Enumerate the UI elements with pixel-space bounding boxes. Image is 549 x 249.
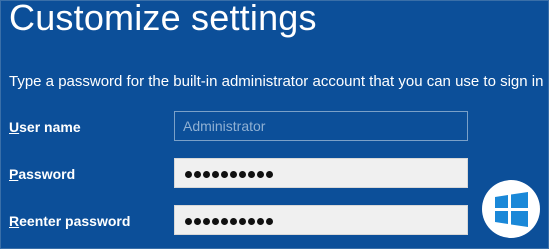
mask-dot xyxy=(266,171,273,178)
reenter-password-masked-value xyxy=(185,218,273,225)
username-label-text: ser name xyxy=(19,119,81,135)
password-label: Password xyxy=(9,166,75,182)
reenter-password-field[interactable] xyxy=(174,205,468,235)
mask-dot xyxy=(185,171,192,178)
password-label-text: assword xyxy=(18,166,76,182)
mask-dot xyxy=(194,171,201,178)
mask-dot xyxy=(239,171,246,178)
password-masked-value xyxy=(185,171,273,178)
username-label-accesskey: U xyxy=(9,119,20,135)
mask-dot xyxy=(203,218,210,225)
mask-dot xyxy=(203,171,210,178)
mask-dot xyxy=(266,218,273,225)
mask-dot xyxy=(194,218,201,225)
mask-dot xyxy=(230,218,237,225)
page-title: Customize settings xyxy=(9,0,317,38)
reenter-label-text: eenter password xyxy=(19,213,131,229)
username-value: Administrator xyxy=(183,118,266,134)
mask-dot xyxy=(212,171,219,178)
setup-panel: Customize settings Type a password for t… xyxy=(0,0,549,249)
username-label: User name xyxy=(9,119,81,135)
password-label-accesskey: P xyxy=(9,166,19,182)
mask-dot xyxy=(230,171,237,178)
mask-dot xyxy=(221,171,228,178)
mask-dot xyxy=(248,218,255,225)
mask-dot xyxy=(257,218,264,225)
mask-dot xyxy=(248,171,255,178)
mask-dot xyxy=(257,171,264,178)
mask-dot xyxy=(221,218,228,225)
password-field[interactable] xyxy=(174,158,468,188)
mask-dot xyxy=(212,218,219,225)
mask-dot xyxy=(185,218,192,225)
mask-dot xyxy=(239,218,246,225)
windows-logo-icon xyxy=(482,180,540,238)
username-field[interactable]: Administrator xyxy=(174,111,468,141)
reenter-label-accesskey: R xyxy=(9,213,20,229)
page-description: Type a password for the built-in adminis… xyxy=(9,73,544,90)
reenter-password-label: Reenter password xyxy=(9,213,130,229)
